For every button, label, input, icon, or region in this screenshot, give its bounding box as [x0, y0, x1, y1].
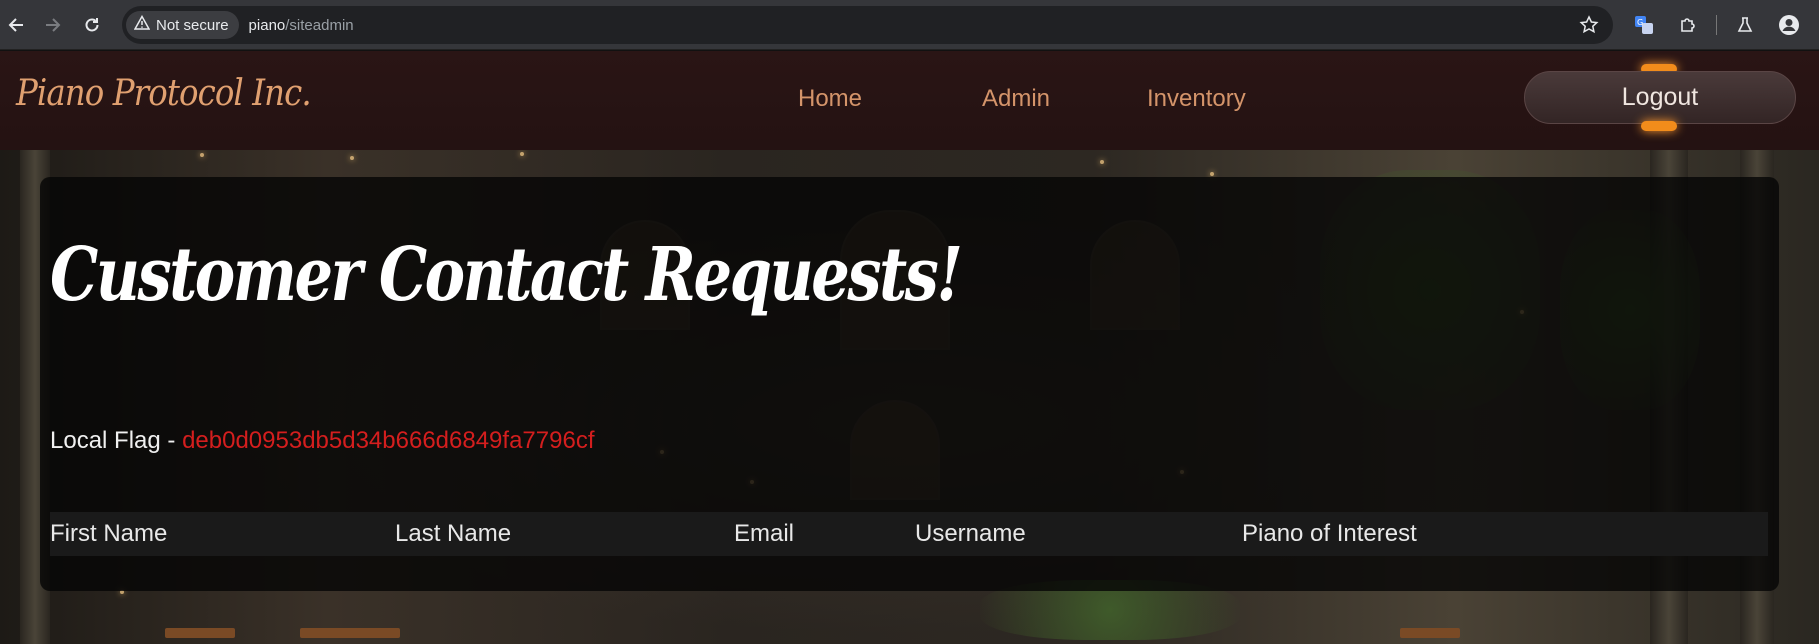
extensions-puzzle-icon[interactable]: [1672, 9, 1704, 41]
translate-icon[interactable]: G: [1628, 9, 1660, 41]
url-path: /siteadmin: [285, 16, 354, 34]
warning-icon: [133, 14, 151, 35]
column-header-piano-of-interest: Piano of Interest: [1242, 520, 1417, 547]
local-flag-line: Local Flag - deb0d0953db5d34b666d6849fa7…: [50, 427, 594, 455]
page-title: Customer Contact Requests!: [50, 232, 963, 318]
profile-avatar-icon[interactable]: [1773, 9, 1805, 41]
svg-text:G: G: [1637, 18, 1643, 27]
labs-flask-icon[interactable]: [1729, 9, 1761, 41]
url-host: piano: [248, 16, 286, 34]
logout-glow-bottom: [1641, 121, 1677, 131]
contact-requests-panel: Customer Contact Requests! Local Flag - …: [40, 177, 1779, 591]
logout-button[interactable]: Logout: [1524, 71, 1796, 124]
url-text[interactable]: piano/siteadmin: [249, 17, 354, 34]
security-indicator[interactable]: Not secure: [126, 11, 239, 39]
reload-icon[interactable]: [76, 9, 108, 41]
security-label: Not secure: [156, 16, 229, 34]
local-flag-value: deb0d0953db5d34b666d6849fa7796cf: [182, 427, 595, 454]
column-header-email: Email: [734, 520, 795, 547]
site-logo[interactable]: Piano Protocol Inc.: [16, 73, 312, 114]
nav-link-inventory[interactable]: Inventory: [1147, 85, 1246, 113]
nav-link-home[interactable]: Home: [798, 85, 862, 113]
bookmark-star-icon[interactable]: [1579, 15, 1599, 40]
column-header-first-name: First Name: [50, 520, 168, 547]
local-flag-label: Local Flag -: [50, 427, 183, 454]
extensions-area: G: [1628, 9, 1805, 41]
toolbar-divider: [1716, 15, 1717, 35]
site-header: Piano Protocol Inc. Home Admin Inventory…: [0, 51, 1819, 150]
back-icon[interactable]: [0, 9, 32, 41]
forward-icon[interactable]: [37, 9, 69, 41]
column-header-last-name: Last Name: [395, 520, 512, 547]
column-header-username: Username: [915, 520, 1026, 547]
browser-toolbar: Not secure piano/siteadmin G: [0, 0, 1819, 50]
nav-link-admin[interactable]: Admin: [982, 85, 1050, 113]
address-bar[interactable]: Not secure piano/siteadmin: [122, 6, 1613, 44]
contact-table-header: First Name Last Name Email Username Pian…: [50, 512, 1768, 556]
